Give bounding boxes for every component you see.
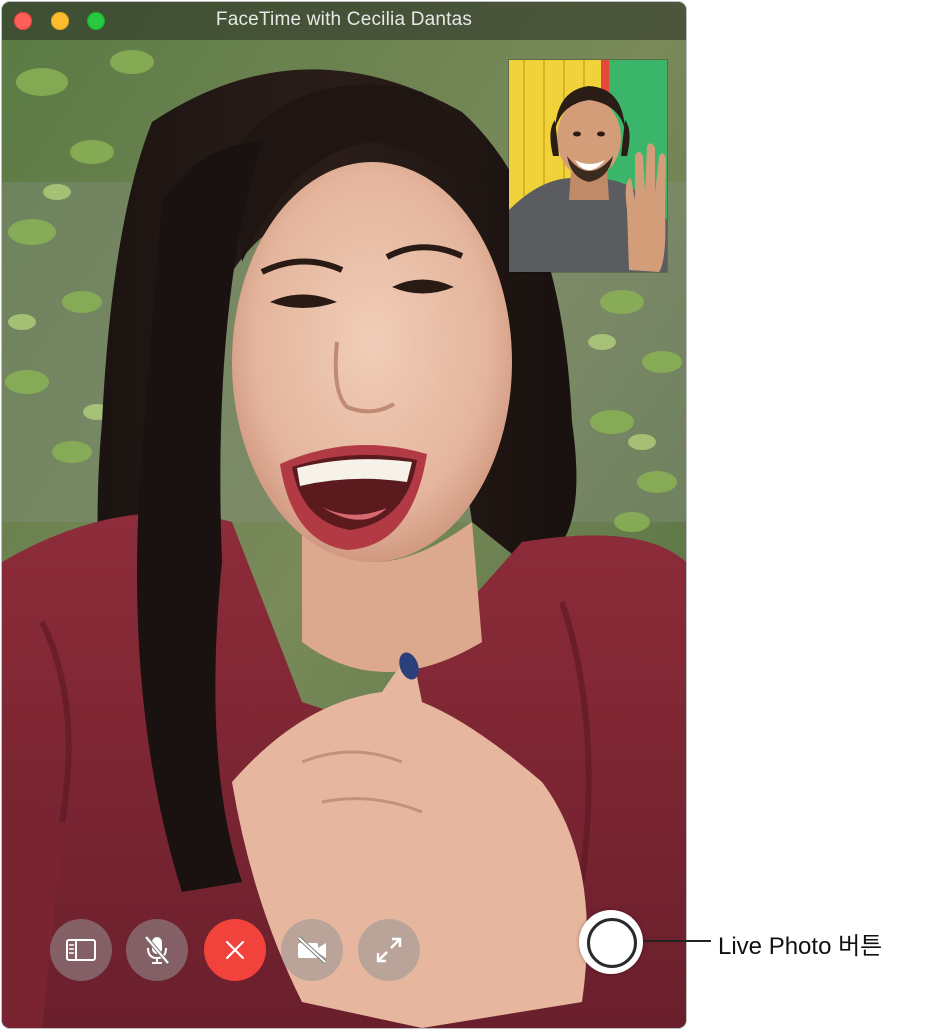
sidebar-icon [66,939,96,961]
video-slash-icon [297,936,327,964]
mute-button[interactable] [126,919,188,981]
fullscreen-button[interactable] [358,919,420,981]
callout-line [643,940,711,942]
expand-icon [376,937,402,963]
end-call-button[interactable] [204,919,266,981]
title-bar[interactable]: FaceTime with Cecilia Dantas [2,2,686,40]
live-photo-callout: Live Photo 버튼 [718,933,883,960]
facetime-window: FaceTime with Cecilia Dantas [2,2,686,1028]
window-title: FaceTime with Cecilia Dantas [215,9,473,30]
mic-slash-icon [144,935,170,965]
close-icon [225,940,245,960]
live-photo-button[interactable] [579,910,643,974]
sidebar-button[interactable] [50,919,112,981]
self-view-video[interactable] [509,60,667,272]
camera-off-button[interactable] [281,919,343,981]
live-photo-ring [587,918,637,968]
